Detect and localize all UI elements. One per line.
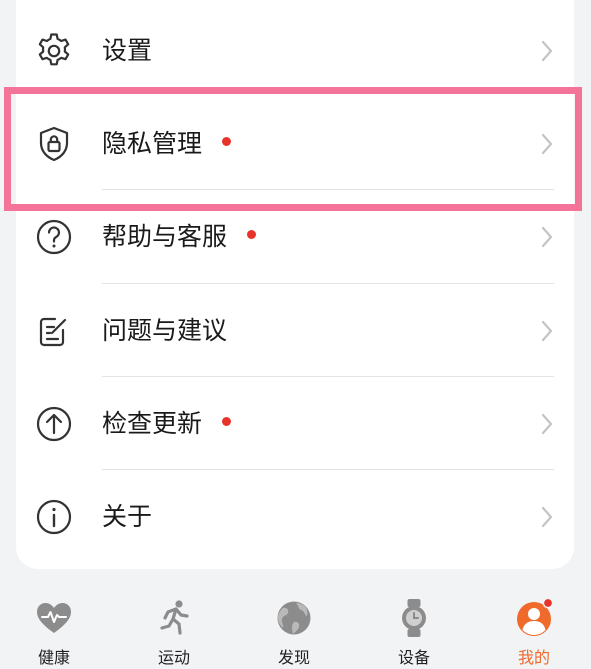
menu-item-settings[interactable]: 设置 <box>16 4 574 97</box>
tab-label: 发现 <box>277 648 310 667</box>
info-circle-icon <box>34 497 74 537</box>
running-person-icon <box>154 598 194 638</box>
tab-devices[interactable]: 设备 <box>354 586 474 669</box>
notification-dot <box>222 136 232 146</box>
arrow-up-circle-icon <box>34 404 74 444</box>
menu-item-label: 问题与建议 <box>102 316 228 345</box>
chevron-right-icon <box>540 40 554 62</box>
menu-item-privacy[interactable]: 隐私管理 <box>16 97 574 190</box>
shield-lock-icon <box>34 124 74 164</box>
tab-discover[interactable]: 发现 <box>234 586 354 669</box>
question-circle-icon <box>34 217 74 257</box>
tab-label: 运动 <box>157 648 190 667</box>
tab-me[interactable]: 我的 <box>474 586 591 669</box>
menu-item-about[interactable]: 关于 <box>16 470 574 563</box>
chevron-right-icon <box>540 133 554 155</box>
watch-icon <box>394 598 434 638</box>
feedback-edit-icon <box>34 311 74 351</box>
menu-item-help[interactable]: 帮助与客服 <box>16 190 574 283</box>
tab-health[interactable]: 健康 <box>0 586 114 669</box>
notification-dot <box>222 416 232 426</box>
bottom-tab-bar: 健康 运动 发现 设备 我的 <box>0 586 591 669</box>
menu-item-label: 检查更新 <box>102 409 203 438</box>
chevron-right-icon <box>540 226 554 248</box>
menu-item-feedback[interactable]: 问题与建议 <box>16 284 574 377</box>
menu-item-check-update[interactable]: 检查更新 <box>16 377 574 470</box>
menu-item-label: 帮助与客服 <box>102 222 228 251</box>
user-avatar-icon <box>514 598 554 638</box>
notification-dot <box>247 229 257 239</box>
menu-item-label: 关于 <box>102 502 153 531</box>
chevron-right-icon <box>540 506 554 528</box>
chevron-right-icon <box>540 320 554 342</box>
tab-label: 设备 <box>397 648 430 667</box>
globe-icon <box>274 598 314 638</box>
chevron-right-icon <box>540 413 554 435</box>
tab-label: 我的 <box>517 648 550 667</box>
menu-item-label: 隐私管理 <box>102 129 203 158</box>
heart-pulse-icon <box>34 598 74 638</box>
gear-icon <box>34 31 74 71</box>
menu-item-label: 设置 <box>102 36 153 65</box>
tab-label: 健康 <box>37 648 70 667</box>
tab-exercise[interactable]: 运动 <box>114 586 234 669</box>
